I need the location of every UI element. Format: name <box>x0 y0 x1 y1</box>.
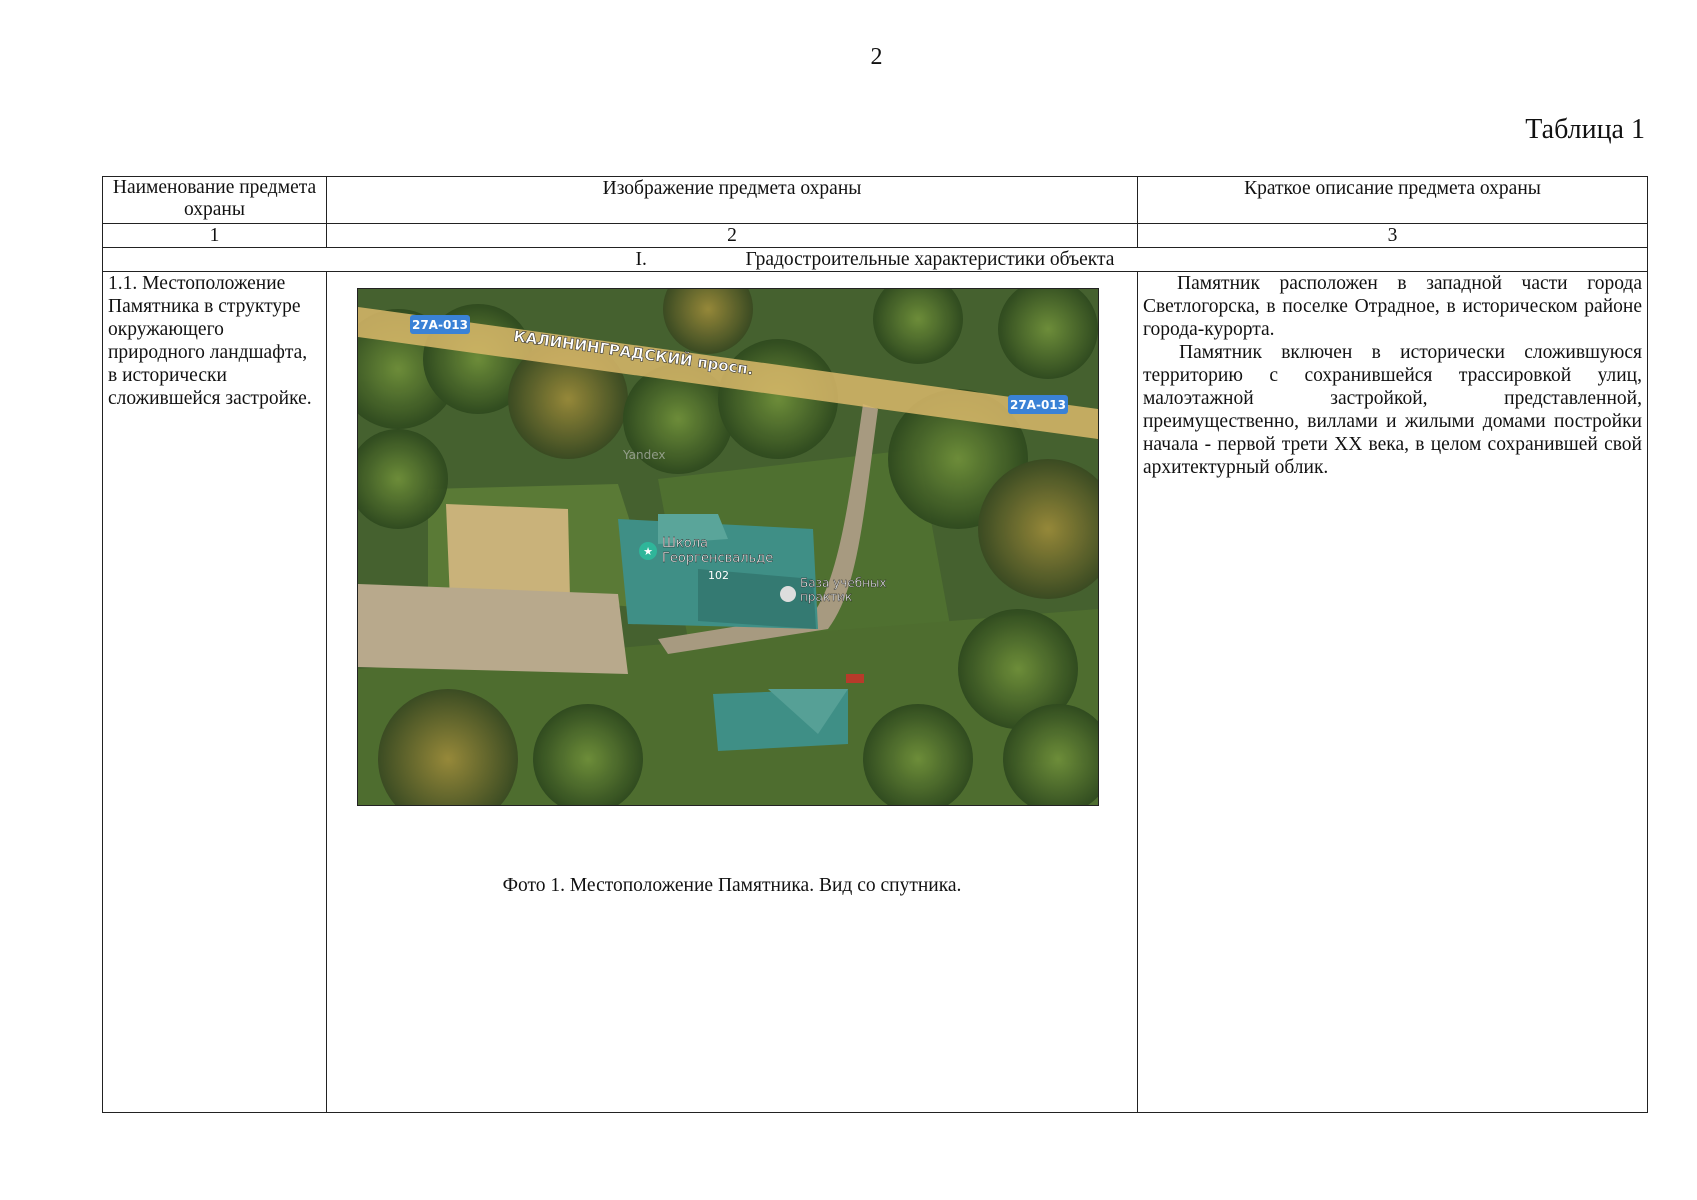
page-number: 2 <box>870 44 883 70</box>
protection-table: Наименование предмета охраны Изображение… <box>102 176 1648 1113</box>
poi-base-label-2: практик <box>800 590 852 604</box>
house-number-label: 102 <box>708 569 729 582</box>
column-number-2: 2 <box>326 223 1138 248</box>
poi-base-label-1: База учебных <box>800 576 887 590</box>
satellite-photo: ★ 27А-013 27А-013 КАЛИНИНГРАДСКИЙ просп.… <box>357 288 1099 806</box>
row-description-cell: Памятник расположен в западной части гор… <box>1137 271 1648 1113</box>
description-paragraph-2: Памятник включен в исторически сложившую… <box>1143 342 1642 478</box>
yandex-watermark: Yandex <box>622 448 666 462</box>
photo-caption: Фото 1. Местоположение Памятника. Вид со… <box>502 875 962 896</box>
row-name-cell: 1.1. Местоположение Памятника в структур… <box>102 271 327 1113</box>
column-number-3: 3 <box>1137 223 1648 248</box>
header-col1: Наименование предмета охраны <box>102 176 327 224</box>
svg-text:★: ★ <box>643 545 653 558</box>
header-col3: Краткое описание предмета охраны <box>1137 176 1648 224</box>
poi-school-label-1: Школа <box>662 536 708 551</box>
poi-school-label-2: Георгенсвальде <box>662 551 773 566</box>
header-col2: Изображение предмета охраны <box>326 176 1138 224</box>
road-badge-left-text: 27А-013 <box>412 318 468 332</box>
row-image-cell: ★ 27А-013 27А-013 КАЛИНИНГРАДСКИЙ просп.… <box>326 271 1138 1113</box>
education-marker-icon <box>780 586 796 602</box>
section-heading: I. Градостроительные характеристики объек… <box>102 247 1648 272</box>
description-paragraph-1: Памятник расположен в западной части гор… <box>1143 273 1642 340</box>
header-row: Наименование предмета охраны Изображение… <box>102 176 1648 224</box>
section-row: I. Градостроительные характеристики объек… <box>102 247 1648 272</box>
satellite-map-image: ★ 27А-013 27А-013 КАЛИНИНГРАДСКИЙ просп.… <box>358 289 1098 805</box>
section-roman: I. <box>635 249 647 270</box>
column-number-1: 1 <box>102 223 327 248</box>
table-caption: Таблица 1 <box>1525 114 1645 145</box>
table-row: 1.1. Местоположение Памятника в структур… <box>102 271 1648 1113</box>
section-title: Градостроительные характеристики объекта <box>745 249 1115 270</box>
road-badge-right-text: 27А-013 <box>1010 398 1066 412</box>
column-number-row: 1 2 3 <box>102 223 1648 248</box>
